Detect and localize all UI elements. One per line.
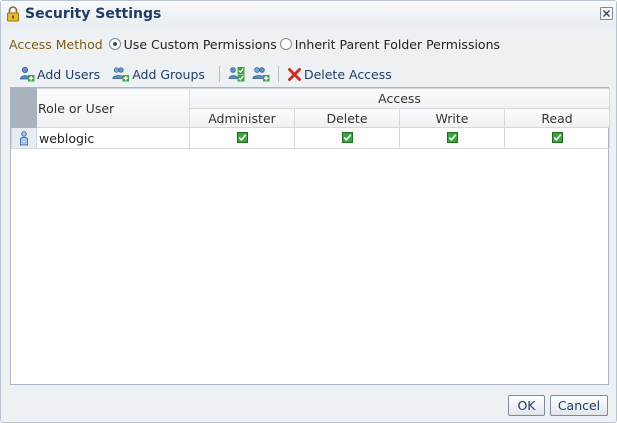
delete-access-button[interactable]: Delete Access: [287, 67, 392, 82]
add-role-icon: [252, 67, 270, 82]
radio-custom-permissions-label[interactable]: Use Custom Permissions: [124, 37, 277, 52]
checkbox-checked-icon: [341, 131, 353, 143]
column-header-administer[interactable]: Administer: [189, 108, 295, 128]
security-settings-dialog: Security Settings Access Method Use Cust…: [0, 0, 617, 423]
dialog-footer: OK Cancel: [503, 395, 608, 416]
add-group-icon: [112, 67, 130, 82]
radio-inherit-permissions[interactable]: [279, 38, 292, 50]
user-name: weblogic: [36, 127, 190, 149]
toolbar: Add Users Add Groups Delete Access: [19, 65, 404, 83]
administer-checkbox[interactable]: [189, 127, 295, 149]
user-icon: [20, 131, 28, 146]
table-row[interactable]: weblogic: [11, 127, 611, 149]
checkbox-checked-icon: [446, 131, 458, 143]
lock-icon: [7, 6, 19, 22]
toolbar-divider: [218, 66, 220, 82]
checkbox-checked-icon: [236, 131, 248, 143]
toolbar-divider: [277, 66, 279, 82]
access-method-row: Access Method Use Custom Permissions Inh…: [9, 35, 503, 53]
titlebar: Security Settings: [1, 1, 616, 27]
dialog-title: Security Settings: [25, 6, 162, 22]
checkbox-checked-icon: [551, 131, 563, 143]
grant-all-permissions-icon: [228, 67, 245, 82]
cancel-button[interactable]: Cancel: [550, 395, 608, 416]
add-user-icon: [20, 67, 35, 82]
delete-checkbox[interactable]: [294, 127, 400, 149]
row-selector[interactable]: [11, 127, 37, 149]
add-role-button[interactable]: [252, 66, 270, 82]
column-header-read[interactable]: Read: [503, 108, 611, 128]
access-method-label: Access Method: [9, 36, 103, 52]
column-header-access: Access: [188, 88, 611, 109]
ok-button[interactable]: OK: [508, 395, 545, 416]
write-checkbox[interactable]: [399, 127, 505, 149]
add-users-button[interactable]: Add Users: [19, 66, 100, 82]
delete-icon: [287, 67, 301, 81]
radio-custom-permissions[interactable]: [108, 38, 121, 50]
column-header-role[interactable]: Role or User: [36, 88, 190, 128]
column-header-delete[interactable]: Delete: [294, 108, 400, 128]
permissions-table: Role or User Access Administer Delete Wr…: [10, 87, 611, 385]
grant-all-button[interactable]: [228, 66, 246, 82]
read-checkbox[interactable]: [503, 127, 611, 149]
radio-inherit-permissions-label[interactable]: Inherit Parent Folder Permissions: [295, 37, 500, 52]
column-header-write[interactable]: Write: [399, 108, 505, 128]
close-icon[interactable]: [600, 7, 613, 20]
add-groups-label: Add Groups: [132, 66, 205, 82]
add-groups-button[interactable]: Add Groups: [112, 66, 205, 82]
add-users-label: Add Users: [37, 66, 101, 82]
row-selector-header: [11, 88, 37, 128]
delete-access-label: Delete Access: [303, 66, 392, 82]
